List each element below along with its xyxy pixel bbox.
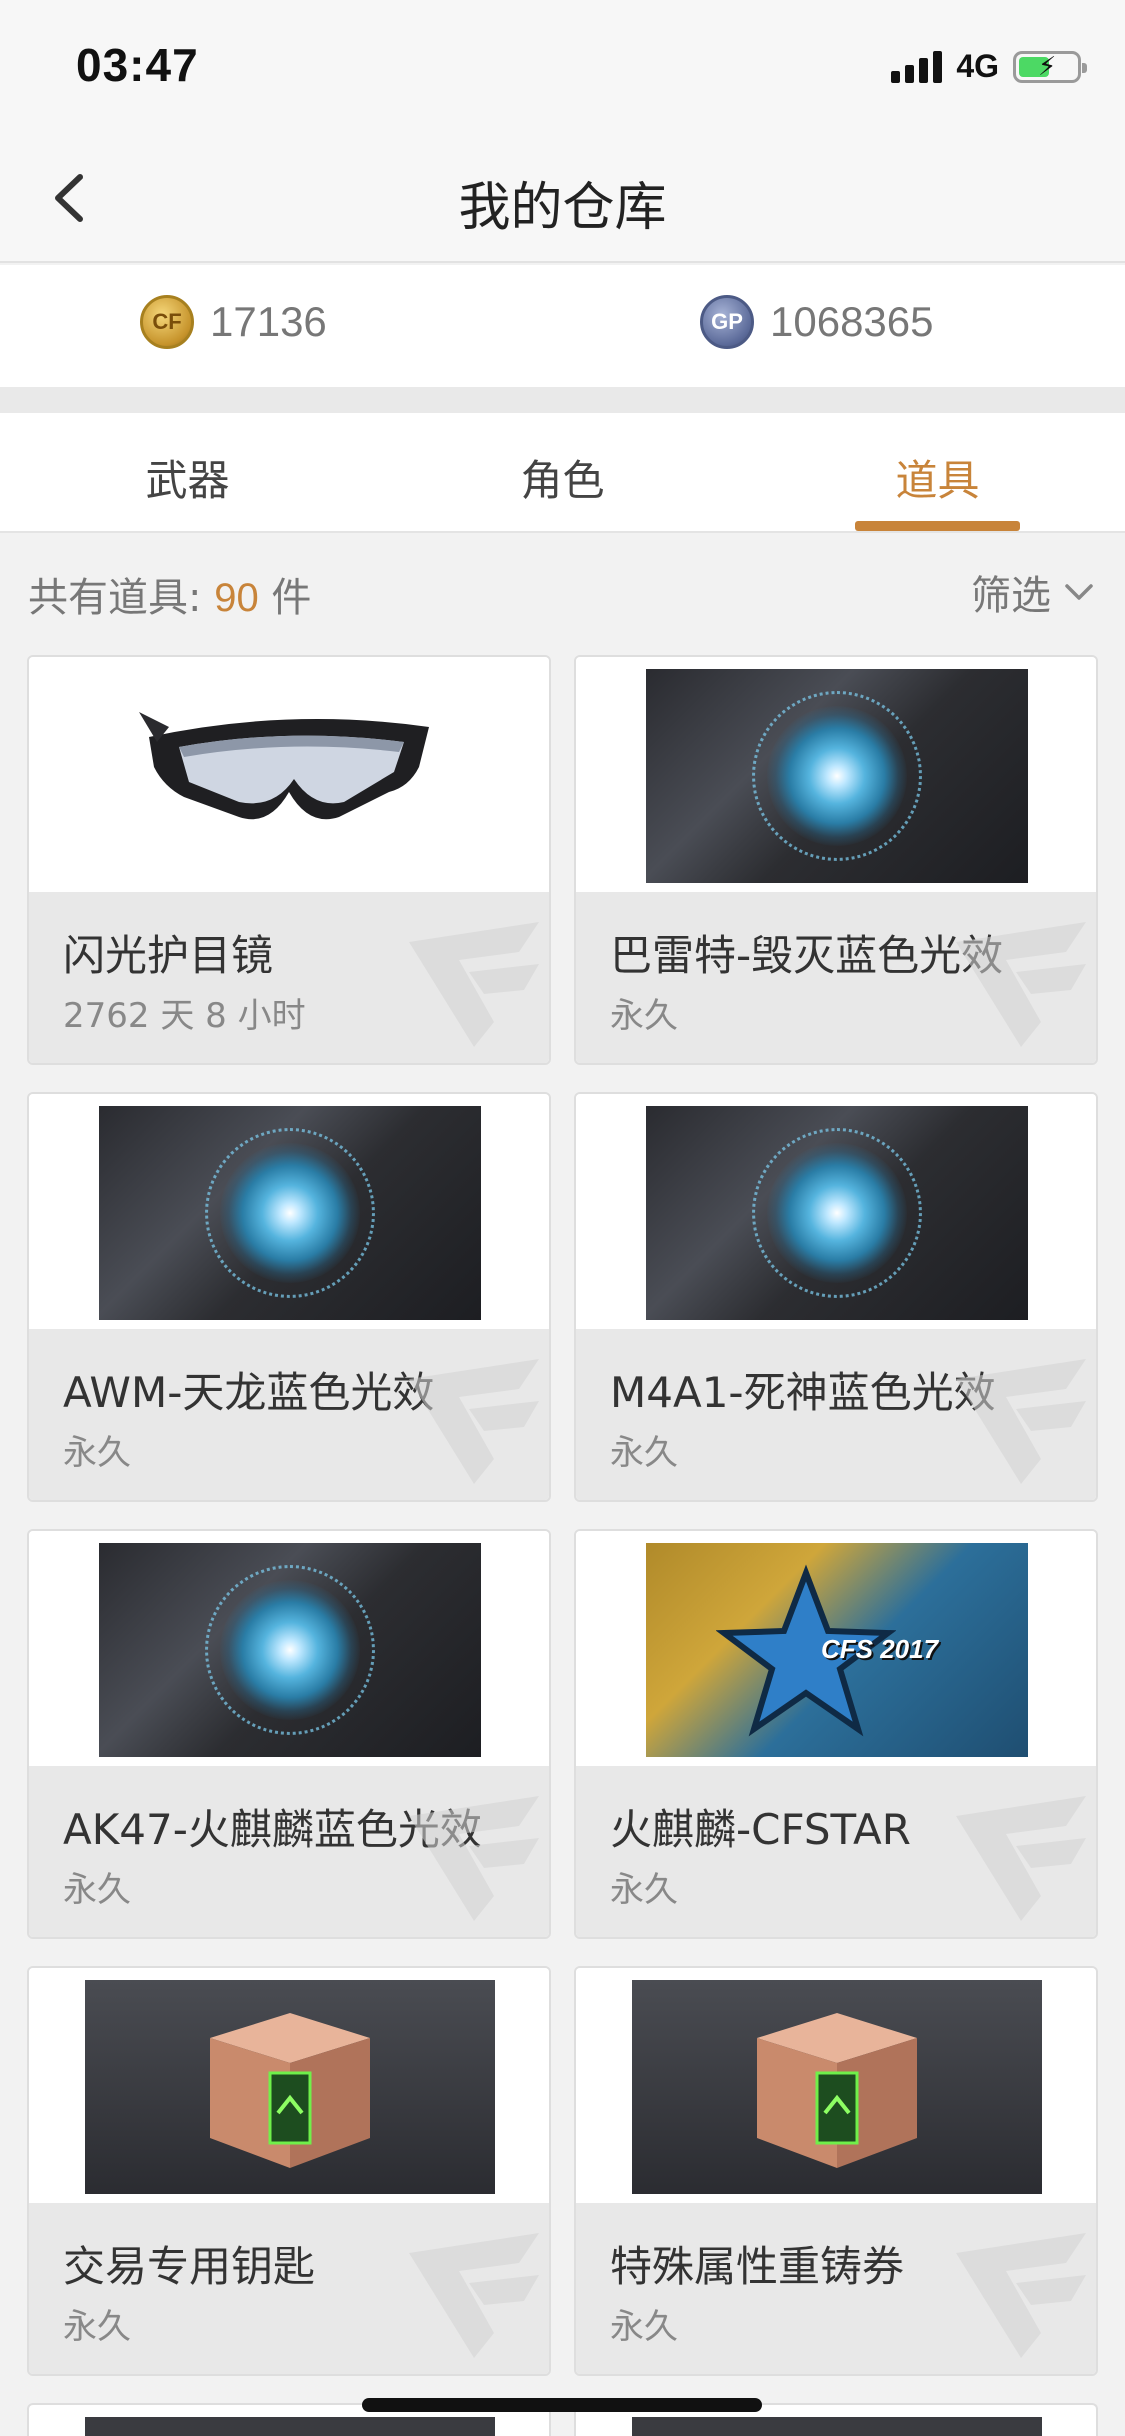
item-duration: 永久 bbox=[610, 1433, 678, 1473]
item-info: 闪光护目镜 2762 天 8 小时 bbox=[29, 892, 549, 1063]
cfs-logo-text: CFS 2017 bbox=[821, 1634, 939, 1664]
crate-icon bbox=[210, 2013, 370, 2168]
item-card[interactable]: 交易专用钥匙 永久 bbox=[27, 1966, 551, 2376]
item-name: 交易专用钥匙 bbox=[63, 2242, 316, 2291]
item-info: 特殊属性重铸券 永久 bbox=[576, 2203, 1096, 2374]
item-info: AWM-天龙蓝色光效 永久 bbox=[29, 1329, 549, 1500]
item-name: 火麒麟-CFSTAR bbox=[610, 1805, 911, 1854]
cf-logo-watermark-icon bbox=[409, 1359, 539, 1484]
item-card[interactable]: AK47-火麒麟蓝色光效 永久 bbox=[27, 1529, 551, 1939]
blue-glow-image bbox=[646, 669, 1028, 883]
gp-value: 1068365 bbox=[770, 298, 934, 345]
status-indicators: 4G ⚡ bbox=[891, 48, 1087, 85]
item-card[interactable]: 巴雷特-毁灭蓝色光效 永久 bbox=[574, 655, 1098, 1065]
item-card[interactable]: CFS 2017 火麒麟-CFSTAR 永久 bbox=[574, 1529, 1098, 1939]
item-image-area bbox=[29, 1968, 549, 2203]
tab-characters[interactable]: 角色 bbox=[375, 447, 750, 508]
item-image-area bbox=[29, 657, 549, 892]
cf-coin-icon: CF bbox=[140, 295, 194, 349]
item-card[interactable]: 闪光护目镜 2762 天 8 小时 bbox=[27, 655, 551, 1065]
cf-logo-watermark-icon bbox=[956, 2233, 1086, 2358]
gp-coin-icon: GP bbox=[700, 295, 754, 349]
coin-balance: CF 17136 bbox=[140, 295, 327, 349]
chevron-down-icon bbox=[1065, 584, 1093, 600]
item-duration: 永久 bbox=[63, 2307, 131, 2347]
item-info: M4A1-死神蓝色光效 永久 bbox=[576, 1329, 1096, 1500]
blue-glow-image bbox=[646, 1106, 1028, 1320]
item-name: M4A1-死神蓝色光效 bbox=[610, 1368, 996, 1417]
page-title: 我的仓库 bbox=[458, 178, 667, 238]
item-duration: 永久 bbox=[610, 1870, 678, 1910]
item-duration: 永久 bbox=[63, 1870, 131, 1910]
item-duration: 永久 bbox=[610, 2307, 678, 2347]
cf-logo-watermark-icon bbox=[409, 2233, 539, 2358]
home-indicator bbox=[362, 2398, 762, 2412]
tab-weapons[interactable]: 武器 bbox=[0, 447, 375, 508]
item-image-area: CFS 2017 bbox=[576, 1531, 1096, 1766]
category-tabs: 武器 角色 道具 bbox=[0, 413, 1125, 533]
blue-glow-image bbox=[99, 1106, 481, 1320]
coin-value: 17136 bbox=[210, 298, 327, 345]
currency-row: CF 17136 GP 1068365 bbox=[0, 265, 1125, 387]
item-info: AK47-火麒麟蓝色光效 永久 bbox=[29, 1766, 549, 1937]
divider bbox=[0, 387, 1125, 413]
item-name: 闪光护目镜 bbox=[63, 931, 274, 980]
item-name: AWM-天龙蓝色光效 bbox=[63, 1368, 435, 1417]
item-duration: 永久 bbox=[610, 996, 678, 1036]
signal-icon bbox=[891, 50, 943, 83]
item-image-area bbox=[576, 1968, 1096, 2203]
item-name: 特殊属性重铸券 bbox=[610, 2242, 905, 2291]
item-info: 巴雷特-毁灭蓝色光效 永久 bbox=[576, 892, 1096, 1063]
battery-icon: ⚡ bbox=[1013, 50, 1087, 83]
goggles-image bbox=[139, 712, 429, 820]
item-card[interactable]: M4A1-死神蓝色光效 永久 bbox=[574, 1092, 1098, 1502]
summary-row: 共有道具: 90 件 筛选 bbox=[0, 535, 1125, 655]
cf-logo-watermark-icon bbox=[956, 1359, 1086, 1484]
item-count-unit: 件 bbox=[271, 575, 312, 621]
cf-logo-watermark-icon bbox=[409, 922, 539, 1047]
tab-items[interactable]: 道具 bbox=[750, 447, 1125, 508]
crate-image bbox=[85, 1980, 495, 2194]
item-image-area bbox=[576, 657, 1096, 892]
item-info: 火麒麟-CFSTAR 永久 bbox=[576, 1766, 1096, 1937]
item-duration: 永久 bbox=[63, 1433, 131, 1473]
item-image-area bbox=[29, 1094, 549, 1329]
active-tab-indicator bbox=[855, 521, 1020, 531]
cfs-star-image: CFS 2017 bbox=[646, 1543, 1028, 1757]
status-time: 03:47 bbox=[76, 39, 199, 91]
item-image-partial bbox=[632, 2417, 1042, 2436]
filter-button[interactable]: 筛选 bbox=[971, 563, 1097, 621]
item-info: 交易专用钥匙 永久 bbox=[29, 2203, 549, 2374]
item-image-area bbox=[29, 1531, 549, 1766]
item-count: 共有道具: 90 件 bbox=[28, 565, 311, 623]
item-image-area bbox=[576, 1094, 1096, 1329]
filter-label: 筛选 bbox=[971, 573, 1051, 619]
item-duration: 2762 天 8 小时 bbox=[63, 996, 306, 1036]
network-type: 4G bbox=[956, 48, 999, 84]
cf-logo-watermark-icon bbox=[956, 1796, 1086, 1921]
crate-image bbox=[632, 1980, 1042, 2194]
item-card[interactable]: 特殊属性重铸券 永久 bbox=[574, 1966, 1098, 2376]
item-count-prefix: 共有道具: bbox=[28, 575, 202, 621]
cf-logo-watermark-icon bbox=[409, 1796, 539, 1921]
item-count-value: 90 bbox=[214, 576, 259, 620]
gp-balance: GP 1068365 bbox=[700, 295, 934, 349]
status-bar: 03:47 4G ⚡ bbox=[0, 0, 1125, 135]
item-card[interactable]: AWM-天龙蓝色光效 永久 bbox=[27, 1092, 551, 1502]
nav-bar: 我的仓库 bbox=[0, 135, 1125, 263]
blue-glow-image bbox=[99, 1543, 481, 1757]
cf-logo-watermark-icon bbox=[956, 922, 1086, 1047]
item-image-partial bbox=[85, 2417, 495, 2436]
crate-icon bbox=[757, 2013, 917, 2168]
item-name: 巴雷特-毁灭蓝色光效 bbox=[610, 931, 1004, 980]
